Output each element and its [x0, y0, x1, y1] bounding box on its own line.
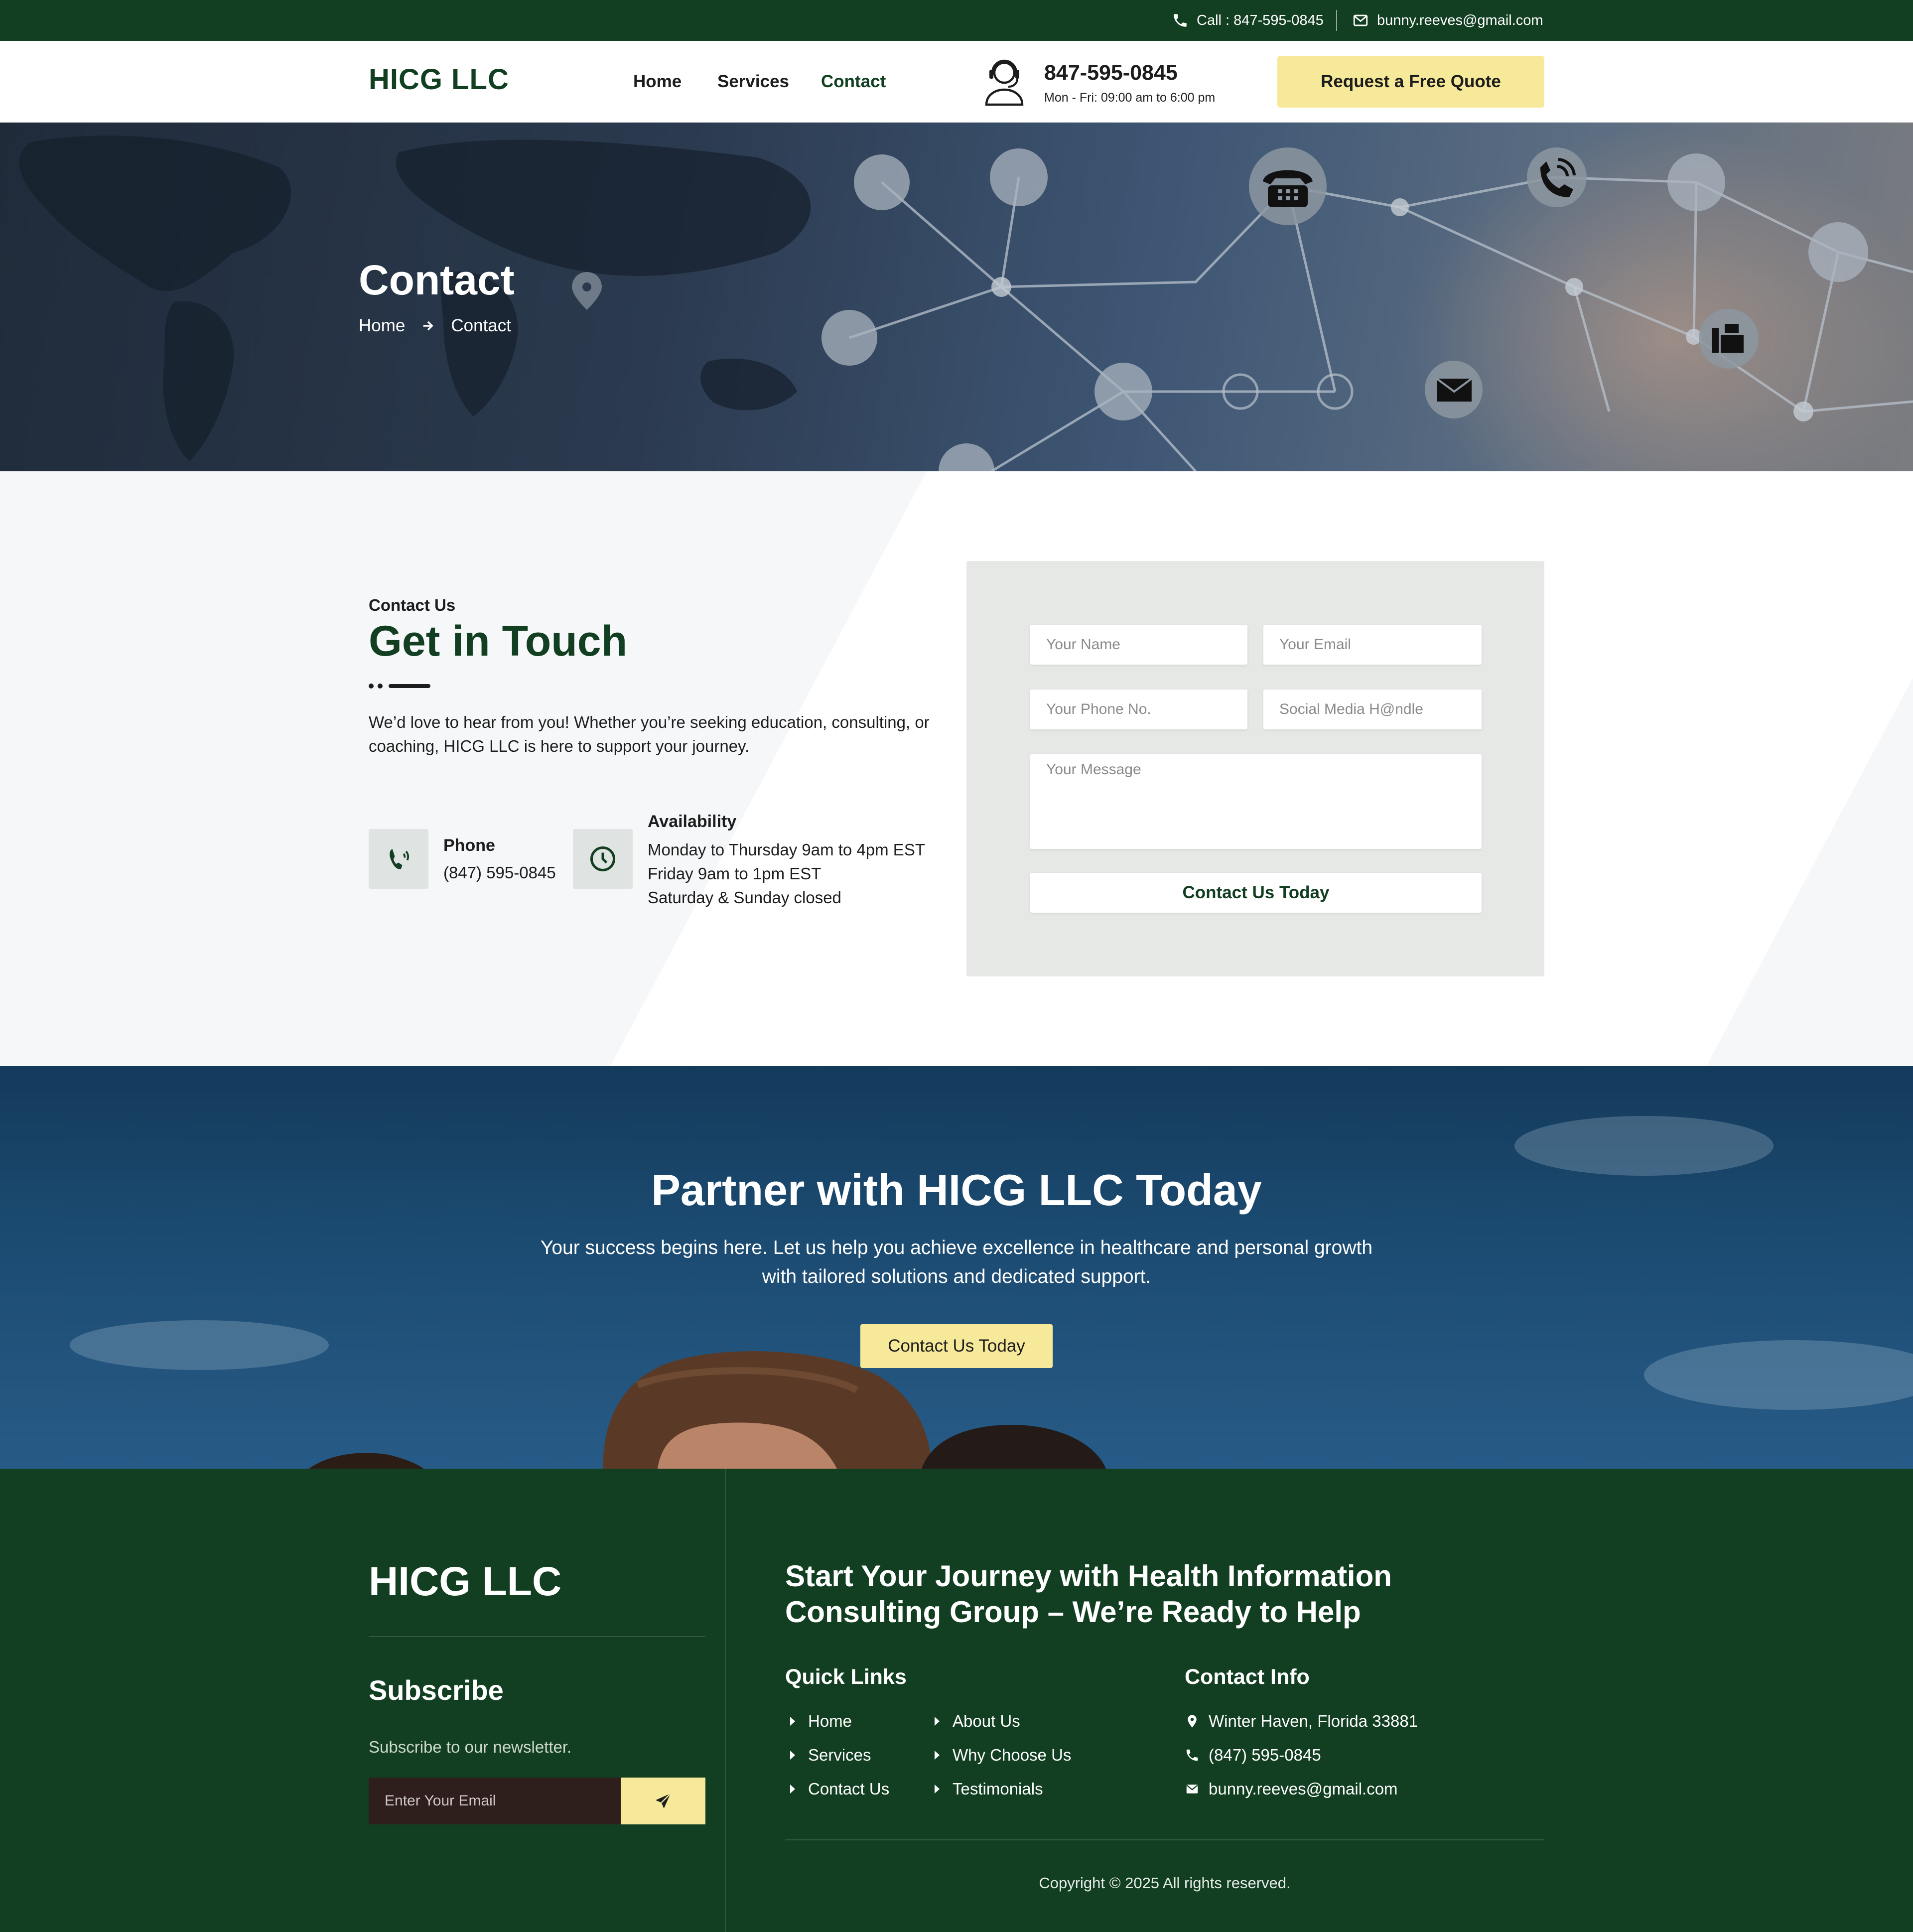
caret-right-icon: [790, 1785, 795, 1794]
footer-link-label: Testimonials: [953, 1780, 1043, 1798]
footer-link-label: Contact Us: [808, 1780, 890, 1798]
footer-link-label: Services: [808, 1746, 871, 1764]
phone-label: Phone: [443, 836, 495, 855]
subscribe-text: Subscribe to our newsletter.: [369, 1738, 572, 1756]
topbar-call-text: Call : 847-595-0845: [1197, 12, 1324, 28]
location-pin-icon: [1188, 1715, 1197, 1728]
envelope-icon: [1353, 14, 1368, 26]
topbar-call[interactable]: Call : 847-595-0845: [1172, 0, 1324, 41]
footer-phone-text: (847) 595-0845: [1209, 1746, 1321, 1764]
subscribe-title: Subscribe: [369, 1674, 504, 1706]
nav-contact[interactable]: Contact: [821, 72, 886, 92]
footer-headline: Start Your Journey with Health Informati…: [785, 1559, 1392, 1629]
footer-link-label: Why Choose Us: [953, 1746, 1072, 1764]
clock-icon-box: [573, 829, 633, 889]
contact-section: Contact Us Get in Touch We’d love to hea…: [0, 471, 1913, 1066]
copyright-text: Copyright © 2025 All rights reserved.: [1039, 1874, 1291, 1892]
footer-link-why-choose-us[interactable]: Why Choose Us: [935, 1746, 1071, 1765]
caret-right-icon: [790, 1717, 795, 1726]
cta-section: Partner with HICG LLC Today Your success…: [0, 1066, 1913, 1469]
arrow-right-icon: [423, 321, 434, 331]
availability-label: Availability: [648, 812, 737, 831]
footer-divider: [725, 1469, 726, 1932]
message-textarea[interactable]: [1030, 754, 1482, 849]
footer-address: Winter Haven, Florida 33881: [1185, 1712, 1418, 1731]
site-footer: HICG LLC Subscribe Subscribe to our news…: [0, 1469, 1913, 1932]
phone-input[interactable]: [1030, 690, 1247, 729]
phone-icon: [1186, 1749, 1198, 1761]
phone-icon: [1174, 14, 1187, 27]
nav-services[interactable]: Services: [717, 72, 789, 92]
availability-line: Friday 9am to 1pm EST: [648, 864, 821, 883]
footer-link-services[interactable]: Services: [790, 1746, 871, 1765]
breadcrumb-current: Contact: [451, 316, 511, 335]
footer-link-label: About Us: [953, 1712, 1020, 1730]
topbar-email[interactable]: bunny.reeves@gmail.com: [1352, 0, 1543, 41]
quick-links-title: Quick Links: [785, 1665, 907, 1689]
availability-line: Saturday & Sunday closed: [648, 888, 841, 907]
envelope-node-icon: [1425, 361, 1483, 418]
topbar-separator: [1336, 10, 1337, 31]
site-header: HICG LLC Home Services Contact 847-595-0…: [0, 41, 1913, 123]
cta-contact-button[interactable]: Contact Us Today: [860, 1324, 1053, 1368]
footer-link-testimonials[interactable]: Testimonials: [935, 1780, 1043, 1798]
page-title: Contact: [359, 257, 515, 303]
footer-link-contact[interactable]: Contact Us: [790, 1780, 889, 1798]
footer-link-home[interactable]: Home: [790, 1712, 852, 1731]
name-input[interactable]: [1030, 625, 1247, 665]
newsletter-email-input[interactable]: [369, 1778, 621, 1824]
footer-email-text: bunny.reeves@gmail.com: [1209, 1780, 1398, 1798]
caret-right-icon: [935, 1751, 940, 1760]
footer-email[interactable]: bunny.reeves@gmail.com: [1185, 1780, 1398, 1798]
fax-node-icon: [1699, 309, 1759, 369]
nav-home[interactable]: Home: [633, 72, 682, 92]
envelope-icon: [1186, 1785, 1198, 1794]
availability-line: Monday to Thursday 9am to 4pm EST: [648, 840, 925, 859]
phone-icon-box: [369, 829, 428, 889]
breadcrumb: Home Contact: [359, 316, 511, 336]
email-input[interactable]: [1263, 625, 1482, 665]
network-background-image: [19, 128, 1913, 471]
section-description: We’d love to hear from you! Whether you’…: [369, 713, 930, 755]
page-hero: Contact Home Contact: [0, 123, 1913, 471]
footer-phone[interactable]: (847) 595-0845: [1185, 1746, 1321, 1765]
site-logo[interactable]: HICG LLC: [369, 63, 509, 96]
phone-value[interactable]: (847) 595-0845: [443, 861, 556, 885]
phone-call-node-icon: [1527, 147, 1587, 207]
footer-link-about[interactable]: About Us: [935, 1712, 1020, 1731]
send-icon: [656, 1793, 671, 1808]
caret-right-icon: [935, 1717, 940, 1726]
section-title: Get in Touch: [369, 617, 628, 665]
top-bar: Call : 847-595-0845 bunny.reeves@gmail.c…: [0, 0, 1913, 41]
telephone-node-icon: [1249, 147, 1327, 225]
newsletter-submit-button[interactable]: [621, 1778, 705, 1824]
request-quote-button[interactable]: Request a Free Quote: [1277, 56, 1544, 108]
breadcrumb-home[interactable]: Home: [359, 316, 405, 336]
footer-rule: [369, 1636, 705, 1637]
contact-form: Contact Us Today: [966, 561, 1544, 976]
cta-title: Partner with HICG LLC Today: [651, 1165, 1262, 1215]
phone-ringing-icon: [390, 849, 410, 869]
social-handle-input[interactable]: [1263, 690, 1482, 729]
contact-submit-button[interactable]: Contact Us Today: [1030, 873, 1482, 913]
map-pin-icon: [572, 272, 602, 310]
header-phone[interactable]: 847-595-0845: [1044, 61, 1178, 85]
footer-logo[interactable]: HICG LLC: [369, 1558, 561, 1605]
cta-text: Your success begins here. Let us help yo…: [540, 1237, 1373, 1287]
footer-link-label: Home: [808, 1712, 852, 1730]
contact-info-title: Contact Info: [1185, 1665, 1310, 1689]
clock-icon: [590, 846, 615, 871]
headset-agent-icon: [985, 59, 1024, 106]
footer-rule: [785, 1839, 1544, 1840]
caret-right-icon: [790, 1751, 795, 1760]
title-underline-decoration: [369, 684, 430, 689]
header-hours: Mon - Fri: 09:00 am to 6:00 pm: [1044, 91, 1216, 105]
footer-address-text: Winter Haven, Florida 33881: [1209, 1712, 1418, 1730]
caret-right-icon: [935, 1785, 940, 1794]
topbar-email-text: bunny.reeves@gmail.com: [1377, 12, 1543, 28]
section-eyebrow: Contact Us: [369, 596, 456, 614]
